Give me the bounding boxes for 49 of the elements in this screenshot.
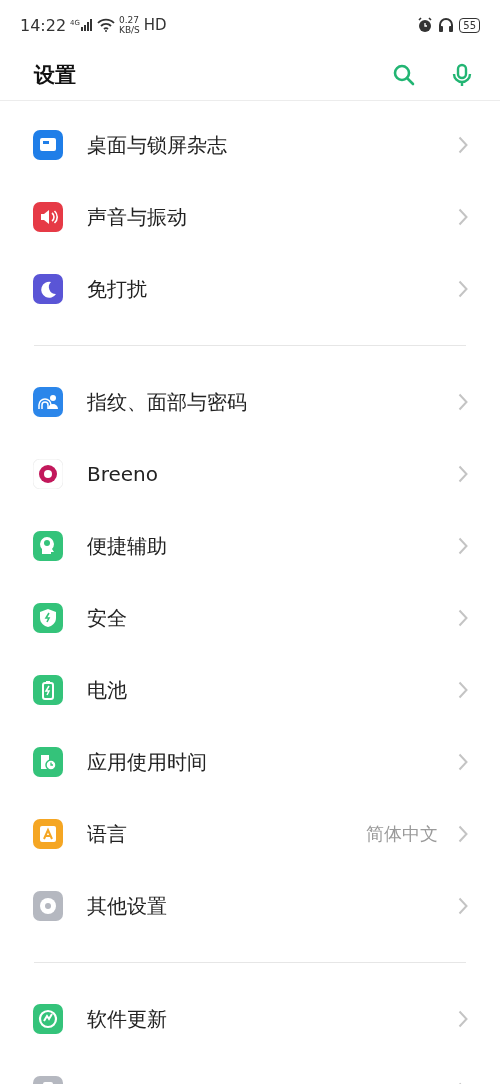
signal-icon [81,19,93,31]
settings-item[interactable]: 桌面与锁屏杂志 [0,109,500,181]
chevron-icon [458,208,468,226]
settings-item[interactable]: Breeno [0,438,500,510]
settings-item[interactable]: 软件更新 [0,983,500,1055]
settings-item[interactable]: 指纹、面部与密码 [0,366,500,438]
item-label: 软件更新 [87,1005,168,1033]
item-label: 电池 [87,676,128,704]
chevron-icon [458,280,468,298]
item-label: 安全 [87,604,128,632]
page-title: 设置 [34,62,76,89]
search-icon [392,63,416,87]
chevron-icon [458,465,468,483]
chevron-icon [458,753,468,771]
item-label: 语言 [87,820,128,848]
hd-label: HD [143,16,167,34]
item-label: 免打扰 [87,275,148,303]
wifi-icon [97,18,115,32]
chevron-icon [458,136,468,154]
chevron-icon [458,897,468,915]
item-value: 简体中文 [366,822,438,846]
item-label: 便捷辅助 [87,532,168,560]
speed-unit: KB/S [119,25,140,35]
settings-item[interactable]: 其他设置 [0,870,500,942]
item-label: 应用使用时间 [87,748,208,776]
chevron-icon [458,609,468,627]
microphone-icon [450,63,474,87]
alarm-icon [417,17,434,33]
item-label: 其他设置 [87,892,168,920]
item-label: 声音与振动 [87,203,188,231]
chevron-icon [458,825,468,843]
settings-item[interactable]: 安全 [0,582,500,654]
headphones-icon [437,16,456,34]
speed-value: 0.27 [119,15,140,25]
settings-item[interactable]: 便捷辅助 [0,510,500,582]
battery-indicator: 55 [459,17,480,33]
item-label: Breeno [87,462,160,486]
settings-item[interactable]: 免打扰 [0,253,500,325]
item-label: 指纹、面部与密码 [87,388,248,416]
settings-item[interactable]: 语言 简体中文 [0,798,500,870]
chevron-icon [458,681,468,699]
item-label: 桌面与锁屏杂志 [87,131,228,159]
chevron-icon [458,537,468,555]
settings-item[interactable]: 电池 [0,654,500,726]
clock-time: 14:22 [20,15,67,35]
settings-item[interactable]: 应用使用时间 [0,726,500,798]
chevron-icon [458,393,468,411]
chevron-icon [458,1010,468,1028]
settings-item[interactable]: 声音与振动 [0,181,500,253]
